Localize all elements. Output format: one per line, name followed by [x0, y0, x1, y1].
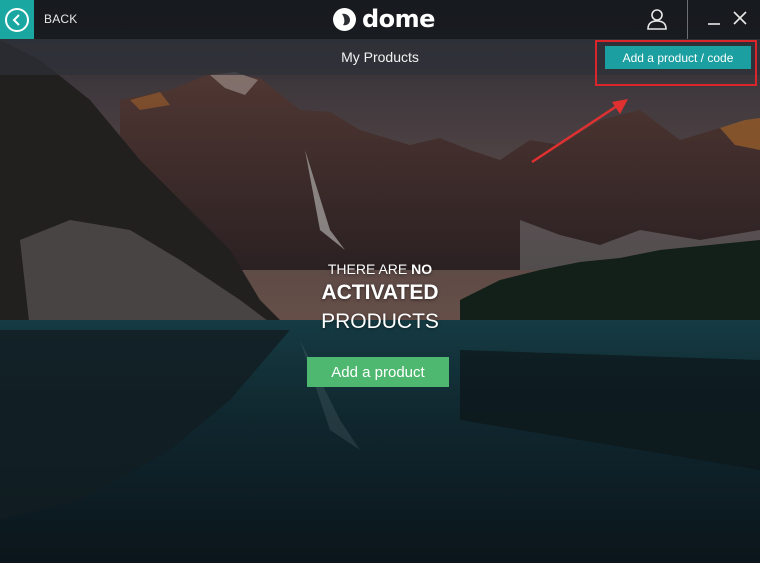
- back-label[interactable]: BACK: [44, 12, 77, 26]
- title-bar: BACK dome: [0, 0, 760, 39]
- dome-logo-icon: [333, 7, 356, 31]
- dome-logo: dome: [333, 4, 435, 34]
- minimize-icon[interactable]: [707, 12, 721, 26]
- empty-state-message: THERE ARE NO ACTIVATED PRODUCTS: [0, 260, 760, 336]
- add-product-code-button[interactable]: Add a product / code: [605, 46, 751, 69]
- user-icon[interactable]: [645, 7, 669, 31]
- close-icon[interactable]: [732, 10, 748, 26]
- empty-state-line1: THERE ARE NO: [0, 260, 760, 278]
- empty-state-prefix: THERE ARE: [327, 261, 408, 277]
- add-product-button[interactable]: Add a product: [307, 357, 449, 387]
- window-controls-divider: [687, 0, 688, 39]
- empty-state-line3: PRODUCTS: [321, 310, 439, 333]
- annotation-arrow-icon: [531, 99, 628, 164]
- empty-state-line2: ACTIVATED: [321, 281, 439, 304]
- back-arrow-icon: [5, 7, 29, 32]
- logo-text: dome: [362, 5, 435, 33]
- empty-state-emphasis: NO: [411, 261, 433, 277]
- back-button[interactable]: [0, 0, 34, 39]
